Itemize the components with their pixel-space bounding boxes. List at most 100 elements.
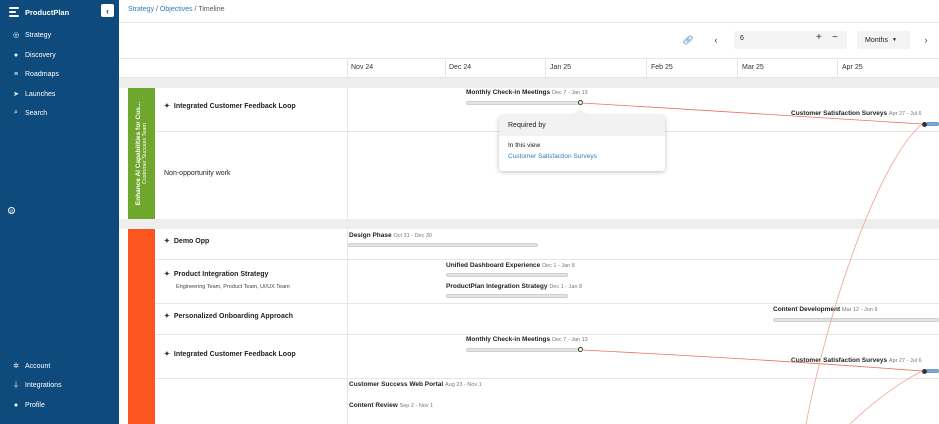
bar-label[interactable]: Customer Satisfaction Surveys Apr 27 - J… (791, 357, 922, 364)
opportunity-label[interactable]: ✦ Demo Opp (164, 237, 210, 246)
popover-link[interactable]: Customer Satisfaction Surveys (508, 153, 597, 160)
bar-name: Customer Success Web Portal (349, 381, 444, 388)
month-label: Mar 25 (742, 64, 764, 71)
bar-label[interactable]: Content Review Sep 2 - Nov 1 (349, 402, 433, 409)
breadcrumb-objectives[interactable]: Objectives (160, 6, 193, 13)
dependency-end-handle[interactable] (922, 122, 927, 127)
chevron-right-icon[interactable]: › (920, 33, 932, 47)
bar-dates: Oct 31 - Dec 30 (393, 233, 432, 239)
sidebar-item-integrations[interactable]: ⏚ Integrations (11, 378, 62, 392)
month-label: Jan 25 (550, 64, 572, 71)
dependency-start-handle[interactable] (578, 347, 583, 352)
row-divider (155, 303, 939, 304)
sparkle-icon: ✦ (164, 271, 170, 278)
plus-icon[interactable]: + (816, 32, 822, 43)
opportunity-label[interactable]: Non-opportunity work (164, 170, 231, 177)
minus-icon[interactable]: − (832, 32, 838, 43)
link-icon[interactable]: 🔗︎ (680, 33, 696, 47)
list-icon: ≡ (13, 70, 19, 78)
plug-icon: ⏚ (12, 382, 20, 389)
group-gap (119, 219, 939, 229)
month-divider (837, 59, 838, 79)
bar-label[interactable]: ProductPlan Integration Strategy Dec 1 -… (446, 283, 582, 290)
column-divider (347, 88, 348, 219)
timeline-bar[interactable] (466, 348, 580, 352)
opportunity-name: Product Integration Strategy (173, 270, 269, 278)
timeline-months-header: Nov 24 Dec 24 Jan 25 Feb 25 Mar 25 Apr 2… (119, 58, 939, 79)
timeline-bar[interactable] (446, 273, 568, 277)
opportunity-label[interactable]: ✦ Integrated Customer Feedback Loop (164, 102, 296, 111)
chevron-left-icon[interactable]: ‹ (710, 33, 722, 47)
sidebar-item-label: Discovery (25, 51, 56, 59)
bar-name: Monthly Check-in Meetings (466, 89, 551, 96)
sparkle-icon: ✦ (164, 313, 170, 320)
month-label: Apr 25 (842, 64, 863, 71)
objective-stripe-text: Enhance AI Capabilities for Cus... Custo… (128, 88, 155, 219)
month-divider (646, 59, 647, 79)
bar-dates: Apr 27 - Jul 6 (888, 111, 922, 117)
sidebar: ProductPlan ‹ ◎ Strategy ● Discovery ≡ R… (0, 0, 119, 424)
sparkle-icon: ✦ (164, 238, 170, 245)
month-divider (545, 59, 546, 79)
timeline-bar[interactable] (446, 294, 568, 298)
bar-label[interactable]: Content Development Mar 12 - Jun 9 (773, 306, 877, 313)
bar-label[interactable]: Unified Dashboard Experience Dec 1 - Jan… (446, 262, 575, 269)
opportunity-label[interactable]: ✦ Personalized Onboarding Approach (164, 312, 293, 321)
opportunity-name: Demo Opp (173, 237, 210, 245)
objective-stripe[interactable]: Enhance AI Capabilities for Cus... Custo… (128, 88, 155, 219)
sidebar-item-launches[interactable]: ➤ Launches (11, 87, 55, 101)
sparkle-icon: ✦ (164, 351, 170, 358)
objective-stripe-content: Enhance AI Capabilities for Cus... Custo… (135, 102, 148, 205)
objective-subtitle: Customer Success Team (142, 122, 149, 185)
sidebar-item-strategy[interactable]: ◎ Strategy (11, 28, 51, 42)
popover-title: Required by (499, 116, 665, 136)
bar-dates: Apr 27 - Jul 6 (888, 358, 922, 364)
sidebar-item-profile[interactable]: ● Profile (11, 398, 45, 412)
sidebar-item-account[interactable]: ✲ Account (11, 359, 50, 373)
objective-stripe[interactable] (128, 229, 155, 424)
sidebar-item-roadmaps[interactable]: ≡ Roadmaps (11, 67, 59, 81)
bar-dates: Aug 23 - Nov 1 (444, 382, 482, 388)
timeline-bar[interactable] (773, 318, 939, 322)
timeline-bar[interactable] (348, 243, 538, 247)
row-divider (155, 378, 939, 379)
opportunity-name: Integrated Customer Feedback Loop (173, 350, 296, 358)
sidebar-item-discovery[interactable]: ● Discovery (11, 48, 56, 62)
opportunity-label[interactable]: ✦ Integrated Customer Feedback Loop (164, 350, 296, 359)
opportunity-label[interactable]: ✦ Product Integration Strategy (164, 270, 269, 279)
bar-dates: Dec 7 - Jan 13 (551, 337, 588, 343)
bar-label[interactable]: Customer Satisfaction Surveys Apr 27 - J… (791, 110, 922, 117)
timeline-bar[interactable] (926, 369, 939, 373)
dependency-start-handle[interactable] (578, 100, 583, 105)
gear-icon: ✲ (13, 363, 19, 370)
bar-dates: Sep 2 - Nov 1 (399, 403, 434, 409)
zoom-value[interactable]: 6 (740, 35, 744, 42)
target-icon: ◎ (12, 32, 20, 39)
sidebar-item-label: Launches (25, 90, 56, 98)
dependency-end-handle[interactable] (922, 369, 927, 374)
bar-label[interactable]: Monthly Check-in Meetings Dec 7 - Jan 13 (466, 336, 588, 343)
breadcrumb: Strategy / Objectives / Timeline (128, 6, 225, 13)
breadcrumb-strategy[interactable]: Strategy (128, 6, 154, 13)
timeline-bar[interactable] (926, 122, 939, 126)
opportunity-teams: Engineering Team, Product Team, UI/UX Te… (176, 284, 290, 290)
month-label: Feb 25 (651, 64, 673, 71)
zoom-stepper[interactable]: 6 + − (734, 31, 847, 49)
chevron-left-icon[interactable]: ‹ (101, 4, 114, 17)
sidebar-item-label: Search (25, 109, 48, 117)
bar-name: Content Development (773, 306, 841, 313)
timeline-bar[interactable] (466, 101, 580, 105)
bar-label[interactable]: Monthly Check-in Meetings Dec 7 - Jan 13 (466, 89, 588, 96)
bar-name: Customer Satisfaction Surveys (791, 357, 888, 364)
bar-dates: Dec 1 - Jan 8 (542, 263, 575, 269)
bar-name: Content Review (349, 402, 398, 409)
time-unit-select[interactable]: Months ▼ (857, 31, 910, 49)
bar-label[interactable]: Customer Success Web Portal Aug 23 - Nov… (349, 381, 482, 388)
productplan-logo-icon (9, 7, 21, 17)
brand[interactable]: ProductPlan (9, 5, 113, 19)
time-unit-value: Months (865, 36, 888, 44)
bar-label[interactable]: Design Phase Oct 31 - Dec 30 (349, 232, 432, 239)
opportunity-name: Integrated Customer Feedback Loop (173, 102, 296, 110)
user-icon: ● (13, 401, 19, 409)
sidebar-item-search[interactable]: ⌕ Search (11, 106, 47, 120)
